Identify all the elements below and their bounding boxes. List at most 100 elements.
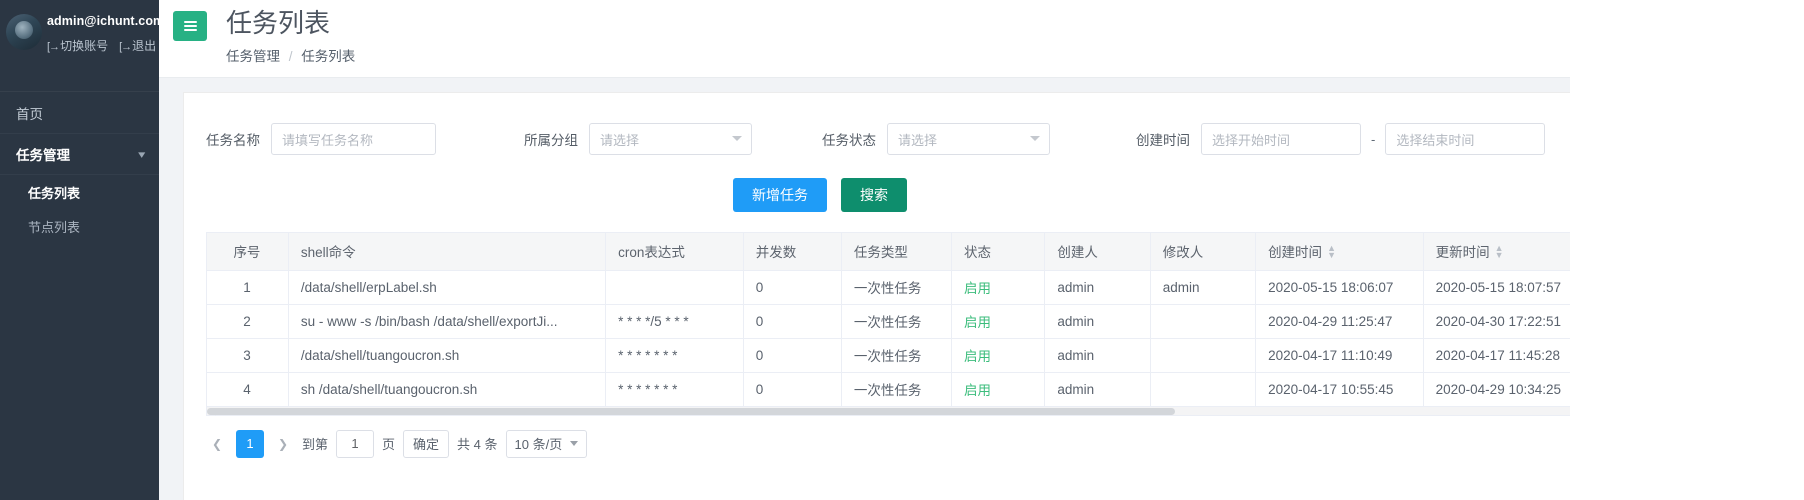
table-row[interactable]: 1 /data/shell/erpLabel.sh 0 一次性任务 启用 adm… — [207, 270, 1768, 305]
user-links: [→切换账号 [→退出 — [47, 37, 164, 54]
col-created-at-label: 创建时间 — [1268, 245, 1323, 261]
breadcrumb-item-1[interactable]: 任务列表 — [301, 49, 355, 64]
confirm-page-button[interactable]: 确定 — [403, 429, 450, 458]
cell-creator: admin — [1044, 372, 1151, 407]
sidebar-item-task-list[interactable]: 任务列表 — [0, 175, 159, 209]
page-size-value: 10 条/页 — [514, 437, 563, 452]
status-select[interactable]: 请选择 — [887, 123, 1050, 155]
total-count-label: 共 4 条 — [457, 437, 498, 452]
group-selected-value: 请选择 — [600, 132, 640, 148]
col-created-at[interactable]: 创建时间 ▲ ▼ — [1255, 233, 1424, 271]
sidebar: admin@ichunt.com [→切换账号 [→退出 首页 任务管理 ▾ 任… — [0, 0, 164, 500]
cell-type: 一次性任务 — [841, 304, 953, 339]
page-title: 任务列表 — [226, 8, 331, 38]
chevron-right-icon[interactable]: ❯ — [272, 431, 294, 457]
end-time-input[interactable]: 选择结束时间 — [1385, 123, 1546, 155]
breadcrumb-item-0[interactable]: 任务管理 — [226, 49, 280, 64]
cell-updated-at: 2020-04-29 10:34:25 — [1423, 372, 1592, 407]
content-area: 任务名称 请填写任务名称 所属分组 请选择 任务状态 请选择 创建时间 选择开始… — [159, 78, 1804, 500]
col-type: 任务类型 — [841, 233, 953, 271]
task-name-input[interactable]: 请填写任务名称 — [271, 123, 436, 155]
breadcrumb: 任务管理 / 任务列表 — [226, 45, 355, 65]
user-info: admin@ichunt.com [→切换账号 [→退出 — [47, 10, 164, 54]
filter-status: 任务状态 请选择 — [822, 123, 1050, 155]
topbar: 任务列表 任务管理 / 任务列表 — [159, 0, 1804, 78]
goto-label: 到第 — [302, 437, 329, 452]
chevron-down-icon — [1030, 136, 1040, 141]
table-row[interactable]: 2 su - www -s /bin/bash /data/shell/expo… — [207, 304, 1768, 339]
right-blank-area — [1570, 0, 1804, 500]
search-button[interactable]: 搜索 — [841, 178, 907, 212]
group-label: 所属分组 — [524, 133, 578, 148]
cell-concurrency: 0 — [743, 304, 842, 339]
sidebar-item-task-list-label: 任务列表 — [28, 185, 81, 201]
cell-creator: admin — [1044, 270, 1151, 305]
menu-toggle-button[interactable] — [173, 11, 207, 41]
main-area: 任务列表 任务管理 / 任务列表 任务名称 请填写任务名称 所属分组 请选择 任… — [159, 0, 1804, 500]
sidebar-item-node-list-label: 节点列表 — [28, 219, 81, 235]
sidebar-item-home[interactable]: 首页 — [0, 92, 159, 134]
page-number-1[interactable]: 1 — [236, 429, 264, 458]
date-range-separator: - — [1371, 131, 1376, 147]
table-header-row: 序号 shell命令 cron表达式 并发数 任务类型 状态 创建人 修改人 创… — [207, 233, 1768, 271]
table-row[interactable]: 3 /data/shell/tuangoucron.sh * * * * * *… — [207, 338, 1768, 373]
chevron-down-icon — [732, 136, 742, 141]
logout-icon: [→ — [119, 41, 132, 53]
task-table: 序号 shell命令 cron表达式 并发数 任务类型 状态 创建人 修改人 创… — [207, 233, 1768, 407]
status-badge: 启用 — [951, 304, 1046, 339]
add-task-button[interactable]: 新增任务 — [733, 178, 827, 212]
cell-created-at: 2020-04-17 10:55:45 — [1255, 372, 1424, 407]
cell-updated-at: 2020-05-15 18:07:57 — [1423, 270, 1592, 305]
switch-account-label: 切换账号 — [60, 39, 109, 53]
cell-cron: * * * */5 * * * — [605, 304, 744, 339]
table-horizontal-scrollbar[interactable]: ◀ ▶ — [206, 406, 1769, 416]
col-updated-at[interactable]: 更新时间 ▲ ▼ — [1423, 233, 1592, 271]
cell-modifier — [1150, 372, 1257, 407]
cell-cron: * * * * * * * — [605, 372, 744, 407]
switch-account-link[interactable]: [→切换账号 — [47, 37, 108, 54]
sort-icon[interactable]: ▲ ▼ — [1327, 244, 1336, 260]
chevron-left-icon[interactable]: ❮ — [206, 431, 228, 457]
sidebar-item-node-list[interactable]: 节点列表 — [0, 209, 159, 243]
app-root: admin@ichunt.com [→切换账号 [→退出 首页 任务管理 ▾ 任… — [0, 0, 1804, 500]
sort-icon[interactable]: ▲ ▼ — [1495, 244, 1504, 260]
task-table-head: 序号 shell命令 cron表达式 并发数 任务类型 状态 创建人 修改人 创… — [207, 233, 1768, 271]
task-name-placeholder: 请填写任务名称 — [282, 132, 374, 148]
chevron-down-icon: ▾ — [138, 148, 146, 161]
col-updated-at-label: 更新时间 — [1435, 245, 1490, 261]
breadcrumb-separator: / — [288, 49, 293, 64]
sidebar-group-label: 任务管理 — [16, 148, 70, 163]
cell-updated-at: 2020-04-17 11:45:28 — [1423, 338, 1592, 373]
table-row[interactable]: 4 sh /data/shell/tuangoucron.sh * * * * … — [207, 372, 1768, 407]
col-concurrency: 并发数 — [743, 233, 842, 271]
cell-created-at: 2020-04-17 11:10:49 — [1255, 338, 1424, 373]
status-badge: 启用 — [951, 372, 1046, 407]
cell-type: 一次性任务 — [841, 372, 953, 407]
status-badge: 启用 — [951, 270, 1046, 305]
cell-creator: admin — [1044, 304, 1151, 339]
cell-shell: /data/shell/tuangoucron.sh — [288, 338, 607, 373]
status-selected-value: 请选择 — [898, 132, 938, 148]
end-time-placeholder: 选择结束时间 — [1396, 132, 1475, 148]
scrollbar-thumb[interactable] — [207, 407, 1175, 415]
col-index: 序号 — [207, 233, 289, 271]
logout-link[interactable]: [→退出 — [119, 37, 156, 54]
col-modifier: 修改人 — [1150, 233, 1257, 271]
group-select[interactable]: 请选择 — [589, 123, 752, 155]
filter-group: 所属分组 请选择 — [524, 123, 752, 155]
task-list-card: 任务名称 请填写任务名称 所属分组 请选择 任务状态 请选择 创建时间 选择开始… — [183, 92, 1787, 500]
cell-creator: admin — [1044, 338, 1151, 373]
page-size-select[interactable]: 10 条/页 — [505, 429, 588, 458]
task-name-label: 任务名称 — [206, 133, 260, 148]
cell-index: 4 — [207, 372, 289, 407]
cell-shell: sh /data/shell/tuangoucron.sh — [288, 372, 607, 407]
chevron-down-icon — [570, 441, 579, 446]
sidebar-group-task-management[interactable]: 任务管理 ▾ — [0, 134, 159, 175]
start-time-input[interactable]: 选择开始时间 — [1201, 123, 1361, 155]
col-creator: 创建人 — [1044, 233, 1151, 271]
goto-page-input[interactable]: 1 — [336, 429, 375, 458]
cell-index: 1 — [207, 270, 289, 305]
cell-modifier — [1150, 338, 1257, 373]
user-email: admin@ichunt.com — [47, 14, 165, 28]
status-label: 任务状态 — [822, 133, 876, 148]
